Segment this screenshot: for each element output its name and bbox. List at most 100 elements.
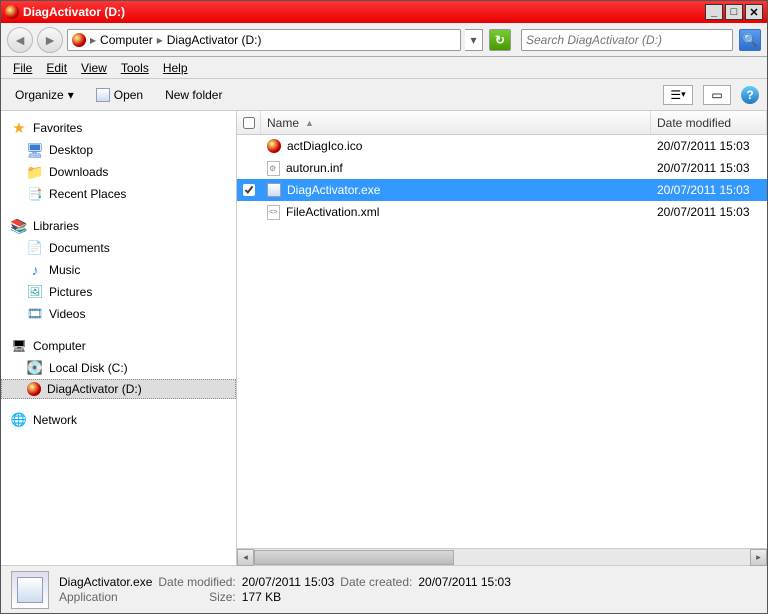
disk-icon: 💽	[27, 360, 43, 376]
column-header: Name ▲ Date modified	[237, 111, 767, 135]
column-date[interactable]: Date modified	[651, 111, 767, 134]
app-icon	[5, 5, 19, 19]
breadcrumb[interactable]: ▸ Computer ▸ DiagActivator (D:)	[67, 29, 461, 51]
chevron-right-icon: ▸	[90, 33, 96, 47]
organize-button[interactable]: Organize ▾	[9, 85, 80, 105]
file-row[interactable]: actDiagIco.ico20/07/2011 15:03	[237, 135, 767, 157]
sidebar-item-label: Documents	[49, 241, 110, 255]
refresh-button[interactable]: ↻	[489, 29, 511, 51]
sidebar-item-downloads[interactable]: 📁Downloads	[1, 161, 236, 183]
ini-icon	[267, 161, 280, 176]
network-header[interactable]: 🌐 Network	[1, 409, 236, 431]
sidebar-item-desktop[interactable]: 🖥Desktop	[1, 139, 236, 161]
favorites-label: Favorites	[33, 121, 82, 135]
network-label: Network	[33, 413, 77, 427]
sidebar-item-videos[interactable]: 🎞 Videos	[1, 303, 236, 325]
view-options-button[interactable]: ☰ ▾	[663, 85, 693, 105]
drive-icon	[72, 33, 86, 47]
libraries-header[interactable]: 📚 Libraries	[1, 215, 236, 237]
explorer-window: DiagActivator (D:) _ □ ✕ ◄ ► ▸ Computer …	[0, 0, 768, 614]
preview-pane-button[interactable]: ▭	[703, 85, 731, 105]
sidebar-item-pictures[interactable]: 🖼Pictures	[1, 281, 236, 303]
drive-icon	[27, 382, 41, 396]
scroll-right-button[interactable]: ▸	[750, 549, 767, 566]
titlebar: DiagActivator (D:) _ □ ✕	[1, 1, 767, 23]
computer-label: Computer	[33, 339, 86, 353]
search-button[interactable]: 🔍	[739, 29, 761, 51]
scroll-left-button[interactable]: ◂	[237, 549, 254, 566]
sidebar-item-documents[interactable]: 📄Documents	[1, 237, 236, 259]
sidebar-item-recent[interactable]: 📑Recent Places	[1, 183, 236, 205]
forward-button[interactable]: ►	[37, 27, 63, 53]
sidebar-item-label: Desktop	[49, 143, 93, 157]
menu-tools[interactable]: Tools	[115, 59, 155, 77]
sidebar: ★ Favorites 🖥Desktop 📁Downloads 📑Recent …	[1, 111, 237, 565]
open-icon	[96, 88, 110, 102]
details-modified-label: Date modified:	[158, 575, 235, 589]
chevron-down-icon: ▾	[68, 88, 74, 102]
horizontal-scrollbar[interactable]: ◂ ▸	[237, 548, 767, 565]
search-input[interactable]	[526, 33, 728, 47]
sort-asc-icon: ▲	[305, 118, 314, 128]
open-button[interactable]: Open	[90, 85, 149, 105]
music-icon: ♪	[27, 262, 43, 278]
libraries-label: Libraries	[33, 219, 79, 233]
videos-icon: 🎞	[27, 306, 43, 322]
file-row[interactable]: DiagActivator.exe20/07/2011 15:03	[237, 179, 767, 201]
libraries-group: 📚 Libraries 📄Documents ♪Music 🖼Pictures …	[1, 215, 236, 325]
back-button[interactable]: ◄	[7, 27, 33, 53]
sidebar-item-label: DiagActivator (D:)	[47, 382, 142, 396]
details-pane: DiagActivator.exe Date modified: 20/07/2…	[1, 565, 767, 613]
menubar: File Edit View Tools Help	[1, 57, 767, 79]
file-name: autorun.inf	[286, 161, 343, 175]
sidebar-item-label: Music	[49, 263, 80, 277]
minimize-button[interactable]: _	[705, 4, 723, 20]
new-folder-button[interactable]: New folder	[159, 85, 228, 105]
breadcrumb-current[interactable]: DiagActivator (D:)	[167, 33, 262, 47]
sidebar-item-diagactivator-d[interactable]: DiagActivator (D:)	[1, 379, 236, 399]
close-button[interactable]: ✕	[745, 4, 763, 20]
recent-icon: 📑	[27, 186, 43, 202]
maximize-button[interactable]: □	[725, 4, 743, 20]
file-list[interactable]: actDiagIco.ico20/07/2011 15:03autorun.in…	[237, 135, 767, 548]
network-icon: 🌐	[11, 412, 27, 428]
file-date: 20/07/2011 15:03	[651, 139, 767, 153]
xml-icon	[267, 205, 280, 220]
file-name: FileActivation.xml	[286, 205, 379, 219]
sidebar-item-label: Videos	[49, 307, 85, 321]
search-box[interactable]	[521, 29, 733, 51]
window-title: DiagActivator (D:)	[23, 5, 703, 19]
scroll-thumb[interactable]	[254, 550, 454, 565]
column-date-label: Date modified	[657, 116, 731, 130]
computer-icon: 🖥	[11, 338, 27, 354]
file-date: 20/07/2011 15:03	[651, 161, 767, 175]
file-date: 20/07/2011 15:03	[651, 205, 767, 219]
exe-icon	[267, 183, 281, 197]
star-icon: ★	[11, 120, 27, 136]
column-checkbox[interactable]	[237, 111, 261, 134]
details-type: Application	[59, 590, 152, 604]
file-pane: Name ▲ Date modified actDiagIco.ico20/07…	[237, 111, 767, 565]
breadcrumb-root[interactable]: Computer	[100, 33, 153, 47]
pictures-icon: 🖼	[27, 284, 43, 300]
column-name[interactable]: Name ▲	[261, 111, 651, 134]
menu-view[interactable]: View	[75, 59, 113, 77]
menu-edit[interactable]: Edit	[40, 59, 73, 77]
menu-help[interactable]: Help	[157, 59, 194, 77]
red-icon	[267, 139, 281, 153]
sidebar-item-local-disk-c[interactable]: 💽Local Disk (C:)	[1, 357, 236, 379]
file-row[interactable]: autorun.inf 20/07/2011 15:03	[237, 157, 767, 179]
menu-file[interactable]: File	[7, 59, 38, 77]
navbar: ◄ ► ▸ Computer ▸ DiagActivator (D:) ▾ ↻ …	[1, 23, 767, 57]
file-name: DiagActivator.exe	[287, 183, 380, 197]
select-all-checkbox[interactable]	[243, 117, 255, 129]
breadcrumb-dropdown[interactable]: ▾	[465, 29, 483, 51]
favorites-header[interactable]: ★ Favorites	[1, 117, 236, 139]
sidebar-item-label: Downloads	[49, 165, 108, 179]
computer-header[interactable]: 🖥 Computer	[1, 335, 236, 357]
sidebar-item-music[interactable]: ♪ Music	[1, 259, 236, 281]
help-button[interactable]: ?	[741, 86, 759, 104]
file-row[interactable]: FileActivation.xml 20/07/2011 15:03	[237, 201, 767, 223]
network-group: 🌐 Network	[1, 409, 236, 431]
row-checkbox[interactable]	[243, 184, 255, 196]
